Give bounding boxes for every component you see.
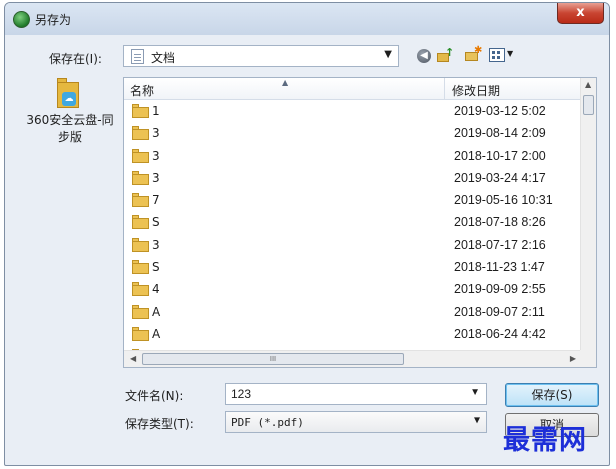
folder-icon	[132, 170, 149, 185]
scroll-thumb[interactable]	[583, 95, 594, 115]
cloud-folder-icon: ☁	[57, 76, 79, 108]
list-item[interactable]: A 2018-06-24 4:42	[124, 323, 582, 345]
save-type-label: 保存类型(T):	[125, 417, 194, 431]
back-icon[interactable]: ◀	[417, 49, 431, 63]
place-label: 360安全云盘-同步版	[26, 113, 114, 144]
list-item[interactable]: S 2018-07-18 8:26	[124, 211, 582, 233]
file-name: 3	[152, 148, 160, 163]
up-folder-icon[interactable]: ↑	[437, 46, 454, 63]
list-item[interactable]: 1 2019-03-12 5:02	[124, 100, 582, 122]
file-name: 3	[152, 170, 160, 185]
location-dropdown[interactable]: 文档 ▼	[123, 45, 399, 67]
file-date: 2019-03-12 5:02	[454, 104, 546, 118]
chevron-down-icon[interactable]: ▼	[470, 387, 480, 398]
list-item[interactable]: 3 2018-07-17 2:16	[124, 234, 582, 256]
chevron-down-icon: ▼	[473, 415, 480, 426]
list-item[interactable]: 7 2019-05-16 10:31	[124, 189, 582, 211]
scroll-right-icon[interactable]: ▶	[570, 354, 576, 363]
list-header: 名称 ▲ 修改日期	[124, 78, 582, 100]
filename-value: 123	[231, 387, 252, 401]
file-date: 2019-09-09 2:55	[454, 282, 546, 297]
file-date: 2018-07-17 2:16	[454, 237, 546, 252]
list-item[interactable]: S 2018-11-23 1:47	[124, 256, 582, 278]
scrollbar-corner	[580, 350, 596, 367]
file-name: 4	[152, 282, 160, 297]
title-bar[interactable]: 另存为 x	[5, 3, 609, 35]
file-date: 2019-08-14 2:09	[454, 126, 546, 141]
file-name: A	[152, 326, 161, 341]
window-title: 另存为	[35, 13, 72, 27]
file-date: 2019-03-24 4:17	[454, 170, 546, 185]
scroll-up-icon[interactable]: ▲	[585, 80, 591, 89]
horizontal-scroll-thumb[interactable]: III	[142, 353, 404, 365]
column-header-name[interactable]: 名称	[130, 82, 154, 99]
file-name: 3	[152, 126, 160, 141]
file-date: 2018-11-23 1:47	[454, 260, 545, 275]
file-name: A	[152, 304, 161, 319]
file-date: 2018-06-24 4:42	[454, 326, 546, 341]
list-item[interactable]: 3 2019-08-14 2:09	[124, 122, 582, 144]
folder-icon	[132, 304, 149, 319]
folder-icon	[132, 326, 149, 341]
watermark: 最需网	[503, 425, 587, 456]
list-item[interactable]: A 2018-09-07 2:11	[124, 301, 582, 323]
file-name: S	[152, 215, 160, 230]
document-icon	[131, 49, 144, 64]
list-item[interactable]: 4 2019-09-09 2:55	[124, 278, 582, 300]
file-name: S	[152, 260, 160, 275]
file-name: 7	[152, 193, 160, 208]
list-item[interactable]: 3 2018-10-17 2:00	[124, 145, 582, 167]
sort-ascending-icon: ▲	[282, 78, 289, 87]
view-menu-icon[interactable]	[489, 48, 505, 62]
column-header-date[interactable]: 修改日期	[452, 82, 500, 99]
filename-input[interactable]: 123 ▼	[225, 383, 487, 405]
scroll-left-icon[interactable]: ◀	[130, 354, 136, 363]
folder-icon	[132, 237, 149, 252]
file-list[interactable]: 名称 ▲ 修改日期 1 2019-03-12 5:02 3 2019-08-14 2:…	[123, 77, 597, 368]
vertical-scrollbar[interactable]: ▲	[580, 78, 596, 351]
save-in-label: 保存在(I):	[49, 52, 102, 66]
horizontal-scrollbar[interactable]: ◀ III ▶	[124, 350, 582, 367]
folder-icon	[132, 148, 149, 163]
file-name: 1	[152, 104, 160, 118]
view-menu-arrow-icon[interactable]: ▼	[507, 49, 513, 58]
folder-icon	[132, 282, 149, 297]
folder-icon	[132, 104, 149, 118]
new-folder-icon[interactable]: ✱	[465, 45, 482, 62]
folder-icon	[132, 126, 149, 141]
filename-label: 文件名(N):	[125, 389, 184, 403]
list-item[interactable]: 3 2019-03-24 4:17	[124, 167, 582, 189]
file-date: 2018-07-18 8:26	[454, 215, 546, 230]
folder-icon	[132, 260, 149, 275]
folder-icon	[132, 193, 149, 208]
file-date: 2019-05-16 10:31	[454, 193, 553, 208]
save-type-value: PDF (*.pdf)	[231, 416, 304, 429]
folder-icon	[132, 215, 149, 230]
file-name: 3	[152, 237, 160, 252]
file-rows: 1 2019-03-12 5:02 3 2019-08-14 2:09 3 2018-10…	[124, 100, 582, 367]
chevron-down-icon: ▼	[384, 49, 392, 60]
close-button[interactable]: x	[557, 3, 604, 24]
column-divider[interactable]	[444, 78, 445, 100]
location-text: 文档	[151, 51, 176, 65]
file-date: 2018-09-07 2:11	[454, 304, 545, 319]
app-icon	[13, 11, 30, 28]
file-date: 2018-10-17 2:00	[454, 148, 546, 163]
save-type-select[interactable]: PDF (*.pdf) ▼	[225, 411, 487, 433]
save-button[interactable]: 保存(S)	[505, 383, 599, 407]
save-as-dialog: 另存为 x 保存在(I): 文档 ▼ ◀ ↑ ✱ ▼ ☁ 360安全云盘-同步版…	[4, 2, 610, 466]
